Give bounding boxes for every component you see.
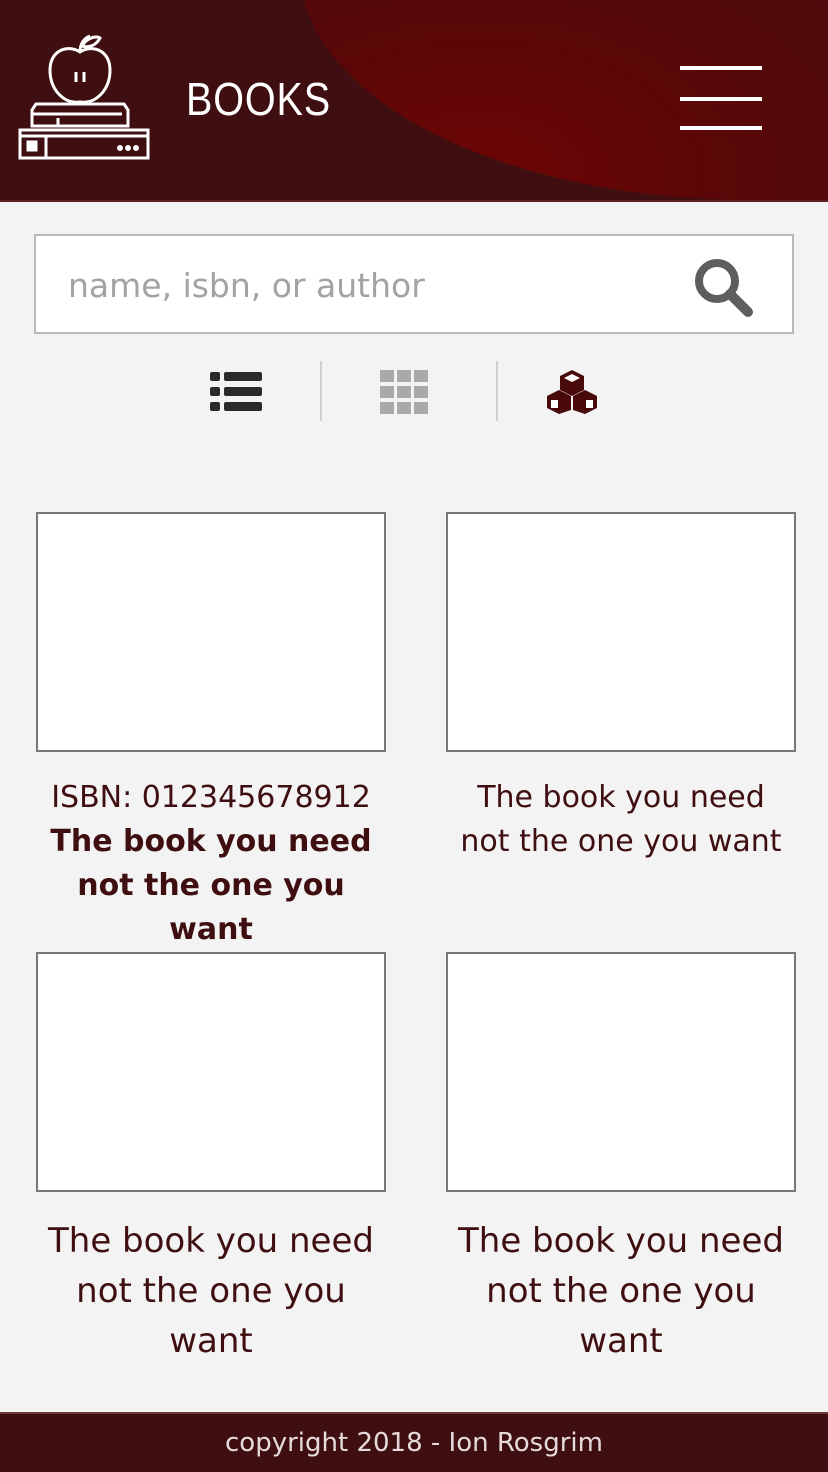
cubes-icon[interactable] (546, 370, 598, 414)
view-toggle-divider (320, 361, 322, 421)
app-header: BOOKS (0, 0, 828, 202)
book-caption: The book you need not the one you want (446, 1216, 796, 1366)
menu-bar-middle (680, 97, 762, 101)
grid-icon[interactable] (380, 370, 428, 414)
book-caption: The book you need not the one you want (36, 1216, 386, 1366)
book-title-line1: The book you need (458, 1221, 784, 1261)
search-input[interactable] (68, 258, 668, 312)
page-footer: copyright 2018 - Ion Rosgrim (0, 1412, 828, 1472)
menu-bar-bottom (680, 126, 762, 130)
book-card[interactable]: ISBN: 012345678912 The book you need not… (36, 512, 386, 952)
book-cover[interactable] (36, 952, 386, 1192)
view-toggle-divider (496, 361, 498, 421)
book-title-line2: not the one you want (77, 868, 345, 947)
book-title-line1: The book you need (50, 824, 372, 859)
book-caption: ISBN: 012345678912 The book you need not… (36, 776, 386, 952)
copyright-text: copyright 2018 - Ion Rosgrim (225, 1428, 603, 1458)
app-title: BOOKS (186, 73, 332, 125)
book-title-line1: The book you need (477, 780, 765, 815)
book-title-line2: not the one you want (486, 1271, 756, 1361)
book-caption: The book you need not the one you want (446, 776, 796, 864)
hamburger-menu-icon[interactable] (680, 66, 762, 132)
menu-bar-top (680, 66, 762, 70)
book-card[interactable]: The book you need not the one you want (446, 952, 796, 1366)
search-box (34, 234, 794, 334)
book-title-line2: not the one you want (460, 824, 782, 859)
book-card[interactable]: The book you need not the one you want (446, 512, 796, 864)
book-cover[interactable] (446, 952, 796, 1192)
book-title-line1: The book you need (48, 1221, 374, 1261)
search-icon[interactable] (690, 254, 754, 318)
book-isbn: ISBN: 012345678912 (51, 780, 371, 815)
book-cover[interactable] (36, 512, 386, 752)
book-title-line2: not the one you want (76, 1271, 346, 1361)
apple-on-books-icon[interactable] (18, 32, 152, 164)
book-cover[interactable] (446, 512, 796, 752)
book-card[interactable]: The book you need not the one you want (36, 952, 386, 1366)
list-icon[interactable] (210, 370, 262, 414)
